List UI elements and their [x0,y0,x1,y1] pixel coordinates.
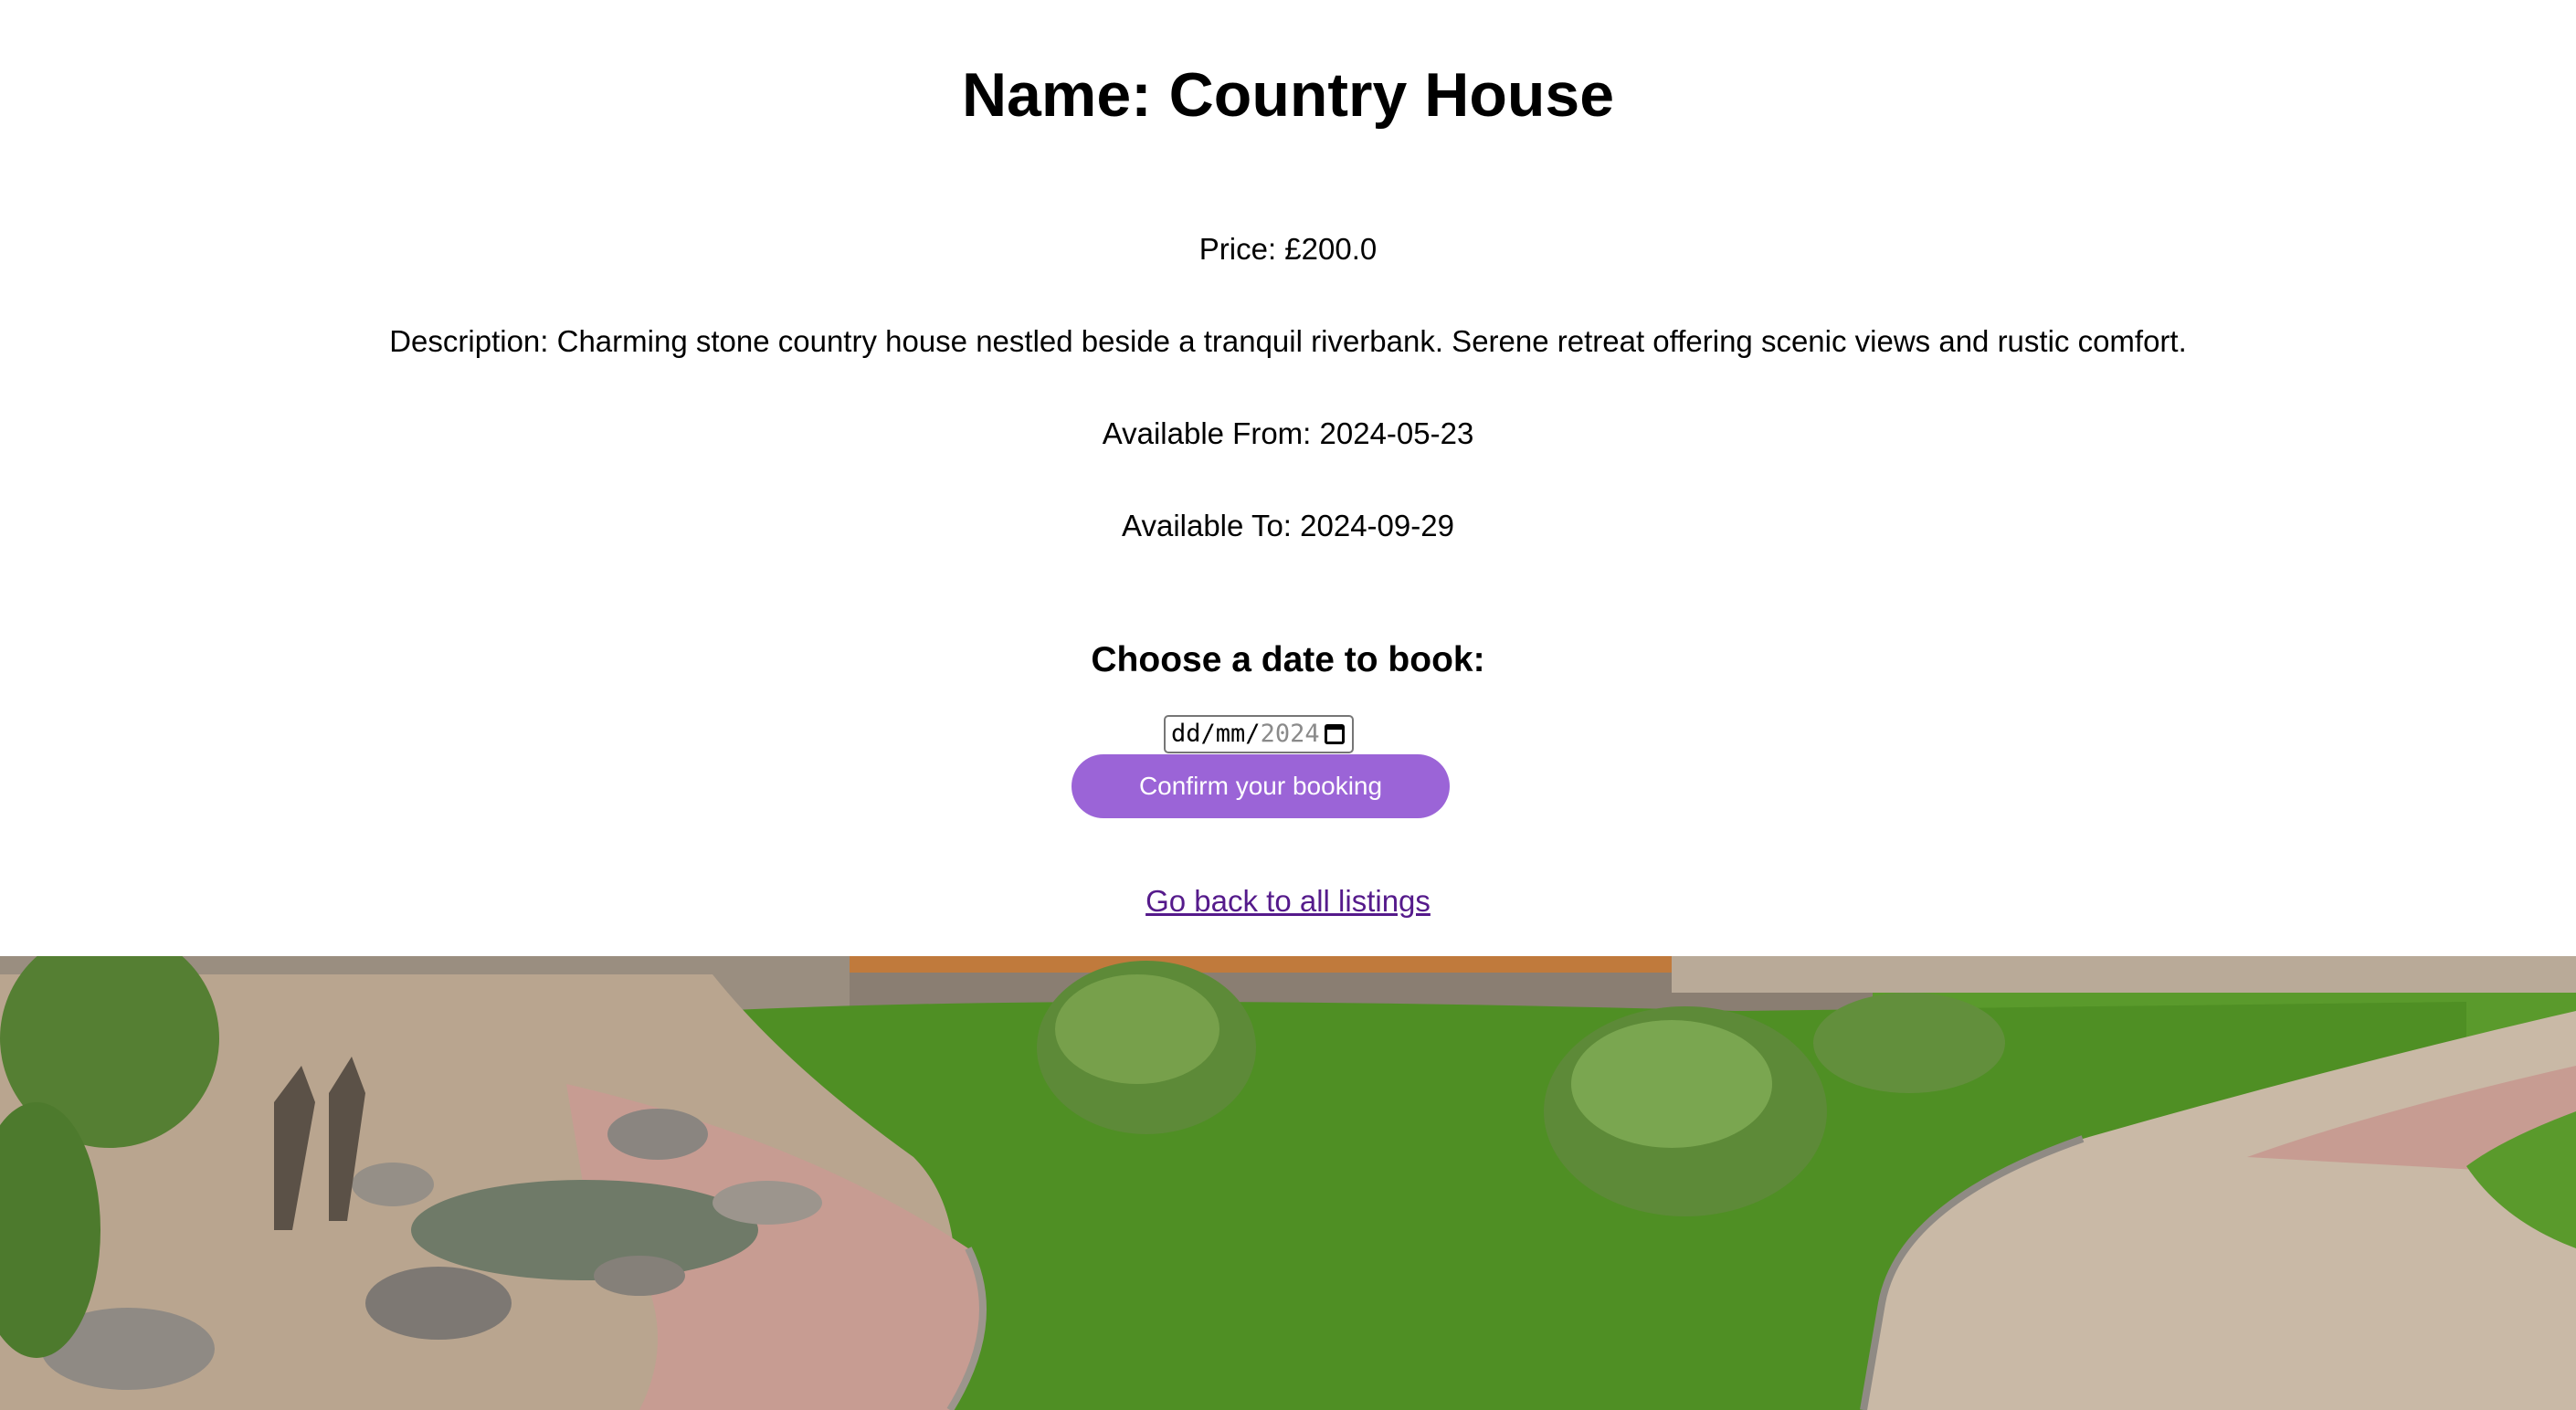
listing-available-from: Available From: 2024-05-23 [1102,416,1474,450]
listing-price: Price: £200.0 [1198,232,1378,266]
listing-page: Name: Country House Price: £200.0 Descri… [0,0,2576,1410]
booking-date-input[interactable]: dd/mm/2024 [1164,715,1354,753]
date-separator: / [1200,720,1216,748]
listing-available-to: Available To: 2024-09-29 [1122,509,1454,542]
date-month-segment[interactable]: mm [1216,720,1246,748]
date-year-segment[interactable]: 2024 [1261,720,1320,748]
date-day-segment[interactable]: dd [1171,720,1201,748]
listing-description: Description: Charming stone country hous… [389,324,2187,358]
confirm-booking-button[interactable]: Confirm your booking [1072,754,1450,818]
calendar-icon[interactable] [1325,724,1345,744]
listing-details: Name: Country House Price: £200.0 Descri… [0,0,2576,956]
listing-photo [0,956,2576,1410]
garden-landscape-photo-icon [0,956,2576,1410]
booking-heading: Choose a date to book: [1091,640,1485,679]
date-separator: / [1245,720,1261,748]
back-to-listings-link[interactable]: Go back to all listings [0,883,2576,920]
listing-title: Name: Country House [961,60,1615,130]
